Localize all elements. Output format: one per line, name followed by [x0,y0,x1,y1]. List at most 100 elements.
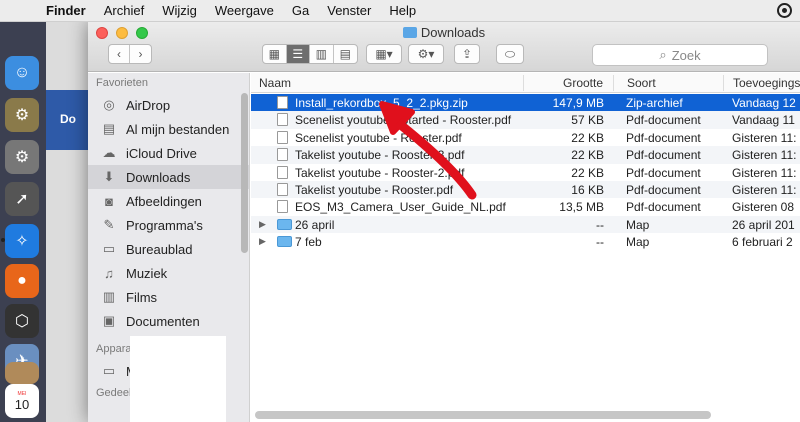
downloads-icon: ⬇ [103,169,115,184]
search-field[interactable]: ⌕ Zoek [592,44,768,66]
menu-bar: Finder Archief Wijzig Weergave Ga Venste… [0,0,800,22]
file-name: Scenelist youtube - Rooster.pdf [295,130,462,145]
sidebar-item-documents[interactable]: ▣ Documenten [88,309,249,333]
file-date-added: Vandaag 12 [732,96,796,110]
list-header: Naam Grootte Soort Toevoegings [251,73,800,93]
arrange-button[interactable]: ▦▾ [366,44,402,64]
file-kind: Map [626,217,650,232]
disclosure-triangle-icon[interactable]: ▶ [259,236,266,247]
file-kind: Zip-archief [626,96,683,110]
menu-venster[interactable]: Venster [318,3,380,18]
system-prefs-dock-icon[interactable]: ⚙ [5,140,39,174]
column-size[interactable]: Grootte [563,76,603,90]
menu-archief[interactable]: Archief [95,3,153,18]
folder-row[interactable]: ▶ 7 feb -- Map 6 februari 2 [251,233,800,250]
sidebar-item-pictures[interactable]: ◙ Afbeeldingen [88,189,249,213]
menu-wijzig[interactable]: Wijzig [153,3,206,18]
utility-dock-icon[interactable]: ⚙ [5,98,39,132]
sidebar-item-music[interactable]: ♫ Muziek [88,261,249,285]
arrange-icon: ▦▾ [375,47,393,61]
file-size: 22 KB [571,148,604,163]
file-kind: Pdf-document [626,183,701,197]
file-row[interactable]: Takelist youtube - Rooster.pdf 16 KB Pdf-d… [251,181,800,199]
music-icon: ♫ [104,265,114,281]
folder-row[interactable]: ▶ 26 april -- Map 26 april 201 [251,215,800,234]
file-row[interactable]: EOS_M3_Camera_User_Guide_NL.pdf 13,5 MB Pd… [251,198,800,215]
file-icon [277,113,288,127]
file-row[interactable]: Takelist youtube - Rooster-3.pdf 22 KB Pdf… [251,146,800,164]
sidebar-item-label: Al mijn bestanden [126,121,230,137]
safari-dock-icon[interactable]: ✧ [5,224,39,258]
file-row[interactable]: Takelist youtube - Rooster-2.pdf 22 KB Pdf… [251,164,800,181]
menu-ga[interactable]: Ga [283,3,318,18]
sidebar-item-label: Muziek [126,265,168,281]
window-title-text: Downloads [420,25,486,40]
menu-finder[interactable]: Finder [40,3,95,18]
running-indicator [1,238,5,242]
finder-dock-icon[interactable]: ☺ [5,56,39,90]
column-kind[interactable]: Soort [627,76,656,90]
forward-button[interactable]: › [130,45,151,63]
file-name: EOS_M3_Camera_User_Guide_NL.pdf [295,200,506,215]
folder-icon [402,27,417,38]
file-size: 16 KB [571,183,604,197]
sidebar-item-airdrop[interactable]: ◎ AirDrop [88,93,249,117]
sidebar-item-downloads[interactable]: ⬇ Downloads [88,165,249,189]
sidebar-item-applications[interactable]: ✎ Programma's [88,213,249,237]
horizontal-scrollbar[interactable] [255,411,711,419]
action-button[interactable]: ⚙▾ [408,44,444,64]
contacts-dock-icon[interactable] [5,362,39,384]
airdrop-icon: ◎ [103,97,115,112]
nav-buttons: ‹ › [108,44,152,64]
sidebar-item-movies[interactable]: ▥ Films [88,285,249,309]
documents-icon: ▣ [102,313,116,328]
sidebar-scrollbar[interactable] [241,93,248,253]
sidebar-item-label: Programma's [126,217,203,233]
column-date-added[interactable]: Toevoegings [733,76,800,90]
file-list: Naam Grootte Soort Toevoegings Install_r… [251,73,800,422]
sidebar-overlay-panel [130,336,226,422]
file-date-added: Gisteren 11: [732,148,797,163]
calendar-dock-icon[interactable]: MEI 10 [5,384,39,418]
search-icon: ⌕ [659,47,667,62]
firefox-dock-icon[interactable]: ● [5,264,39,298]
icon-view-icon[interactable]: ▦ [263,45,287,63]
control-icon[interactable] [777,3,792,18]
column-name[interactable]: Naam [259,76,291,90]
tags-button[interactable]: ⬭ [496,44,524,64]
file-icon [277,130,288,144]
file-icon [277,183,288,196]
launchpad-dock-icon[interactable]: ➚ [5,182,39,216]
sidebar-item-desktop[interactable]: ▭ Bureaublad [88,237,249,261]
sidebar-item-icloud[interactable]: ☁ iCloud Drive [88,141,249,165]
share-button[interactable]: ⇪ [454,44,480,64]
cube-app-dock-icon[interactable]: ⬡ [5,304,39,338]
file-date-added: Gisteren 11: [732,165,797,180]
file-row[interactable]: Scenelist youtube - Rooster.pdf 22 KB Pdf-… [251,129,800,146]
background-window-label: Do [46,90,92,150]
file-name: Takelist youtube - Rooster.pdf [295,183,454,197]
window-title: Downloads [88,25,800,40]
column-view-icon[interactable]: ▥ [310,45,334,63]
file-name: Install_rekordbox_5_2_2.pkg.zip [295,96,468,110]
finder-window: Downloads ‹ › ▦ ☰ ▥ ▤ ▦▾ ⚙▾ ⇪ ⬭ ⌕ Zoek F… [88,22,800,422]
file-row[interactable]: Scenelist youtube - Started - Rooster.pd… [251,111,800,129]
file-row[interactable]: Install_rekordbox_5_2_2.pkg.zip 147,9 MB Z… [251,94,800,112]
menu-weergave[interactable]: Weergave [206,3,283,18]
file-size: 57 KB [571,113,604,128]
dock: ☺ ⚙ ⚙ ➚ ✧ ● ⬡ ✈ MEI 10 [0,22,46,422]
file-size: 22 KB [571,130,604,145]
file-name: Takelist youtube - Rooster-2.pdf [295,165,465,180]
file-date-added: 26 april 201 [732,217,795,232]
desktop-icon: ▭ [102,241,116,256]
list-view-icon[interactable]: ☰ [286,45,310,63]
file-icon [277,96,288,109]
coverflow-view-icon[interactable]: ▤ [334,45,357,63]
back-button[interactable]: ‹ [109,45,131,63]
folder-icon [277,236,292,248]
file-kind: Map [626,235,650,250]
file-icon [277,148,288,162]
menu-help[interactable]: Help [380,3,425,18]
disclosure-triangle-icon[interactable]: ▶ [259,219,266,230]
sidebar-item-all-files[interactable]: ▤ Al mijn bestanden [88,117,249,141]
